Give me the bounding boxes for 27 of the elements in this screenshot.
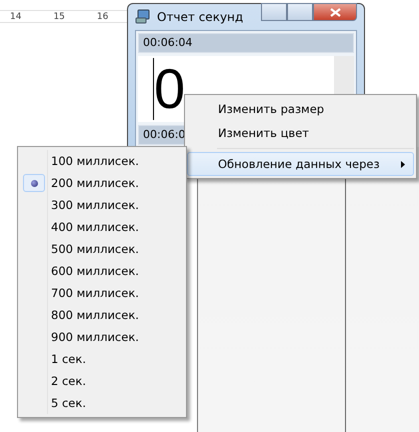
ruler-number: 16 [96,11,108,22]
counter-value: 0 [154,59,186,119]
minimize-button[interactable] [261,3,287,21]
menu-item[interactable]: 600 миллисек. [20,260,184,282]
menu-item[interactable]: 2 сек. [20,370,184,392]
menu-item[interactable]: 5 сек. [20,392,184,414]
menu-item[interactable]: 800 миллисек. [20,304,184,326]
close-icon [330,8,340,16]
ruler-number: 15 [53,11,65,22]
elapsed-time: 00:06:04 [138,33,354,53]
menu-item[interactable]: 300 миллисек. [20,194,184,216]
menu-item[interactable]: 700 миллисек. [20,282,184,304]
menu-item[interactable]: 400 миллисек. [20,216,184,238]
menu-item[interactable]: 200 миллисек. [20,172,184,194]
maximize-button[interactable] [287,3,313,21]
menu-item[interactable]: Обновление данных через [187,152,414,176]
computer-icon [135,9,151,25]
menu-item[interactable]: 900 миллисек. [20,326,184,348]
ruler-number: 14 [10,11,22,22]
submenu-arrow-icon [401,160,405,168]
window-title: Отчет секунд [157,10,244,24]
text-cursor [153,58,154,120]
menu-item[interactable]: 500 миллисек. [20,238,184,260]
menu-item[interactable]: 1 сек. [20,348,184,370]
menu-item[interactable]: 100 миллисек. [20,150,184,172]
menu-item[interactable]: Изменить размер [187,97,414,121]
close-button[interactable] [313,3,357,21]
